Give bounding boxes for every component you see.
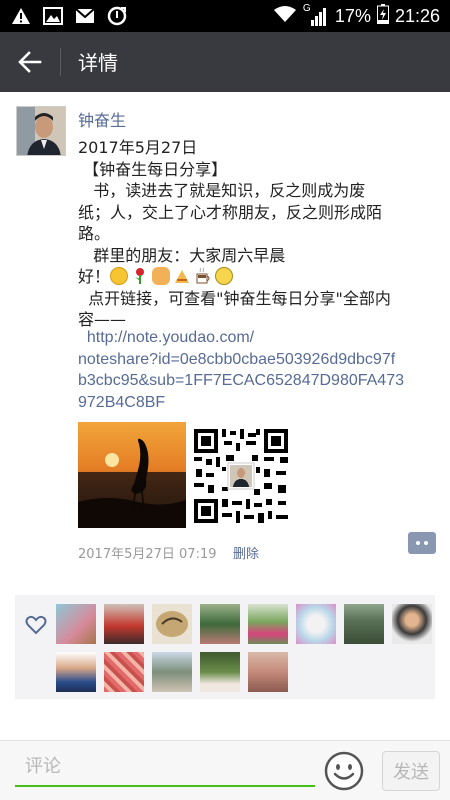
- clock: 21:26: [394, 5, 440, 26]
- liker-avatar[interactable]: [152, 604, 192, 644]
- comment-menu-button[interactable]: [408, 532, 436, 554]
- arrow-left-icon: [18, 51, 42, 73]
- liker-avatar[interactable]: [200, 652, 240, 692]
- greeting-text: 好！: [78, 267, 111, 286]
- mail-icon: [74, 6, 96, 26]
- battery-percent: 17%: [334, 5, 371, 26]
- smile-emoji-icon: [110, 267, 129, 285]
- post-line: 路。: [78, 224, 111, 243]
- comment-bar: 发送: [0, 740, 450, 800]
- liker-avatar[interactable]: [56, 652, 96, 692]
- likes-section: [15, 595, 435, 699]
- heart-icon: [25, 615, 47, 635]
- back-button[interactable]: [10, 42, 50, 82]
- post-date: 2017年5月27日: [78, 138, 198, 157]
- post-line: 纸；人，交上了心才称朋友，反之则形成陌: [78, 202, 383, 222]
- liker-avatar[interactable]: [248, 604, 288, 644]
- image-icon: [42, 6, 64, 26]
- comment-input-wrapper: [15, 747, 315, 787]
- liker-avatar[interactable]: [248, 652, 288, 692]
- liker-avatar[interactable]: [296, 604, 336, 644]
- send-button[interactable]: 发送: [382, 751, 440, 791]
- post-text: 2017年5月27日 【钟奋生每日分享】 书，读进去了就是知识，反之则成为废 纸…: [78, 137, 438, 331]
- delete-link[interactable]: 删除: [233, 543, 259, 562]
- link-line: http://note.youdao.com/: [78, 329, 255, 346]
- post-line: 群里的朋友：大家周六早晨: [78, 245, 286, 265]
- notification-icons: [10, 6, 128, 26]
- liker-avatar[interactable]: [392, 604, 432, 644]
- smiley-face-icon: [324, 751, 364, 791]
- system-indicators: G 17% 21:26: [273, 3, 440, 28]
- link-line: noteshare?id=0e8cbb0cbae503926d9dbc97f: [78, 350, 396, 368]
- warning-icon: [10, 6, 32, 26]
- coffee-emoji-icon: [194, 267, 212, 285]
- cake-emoji-icon: [173, 267, 191, 285]
- liker-avatar[interactable]: [200, 604, 240, 644]
- liker-avatar[interactable]: [56, 604, 96, 644]
- post-line: 点开链接，可查看"钟奋生每日分享"全部内: [78, 288, 391, 308]
- author-avatar[interactable]: [16, 106, 66, 156]
- liker-avatar[interactable]: [152, 652, 192, 692]
- sunset-crane-photo[interactable]: [78, 422, 186, 528]
- sync-icon: [106, 6, 128, 26]
- link-line: b3cbc95&sub=1FF7ECAC652847D980FA473: [78, 372, 404, 389]
- liker-avatar[interactable]: [104, 604, 144, 644]
- handshake-emoji-icon: [152, 267, 171, 285]
- qr-code-image[interactable]: [192, 427, 290, 525]
- emoji-button[interactable]: [324, 751, 364, 791]
- liker-avatar[interactable]: [344, 604, 384, 644]
- page-title: 详情: [78, 51, 118, 75]
- post-line: 【钟奋生每日分享】: [78, 159, 228, 179]
- post-line: 书，读进去了就是知识，反之则成为废: [78, 181, 366, 200]
- battery-charging-icon: [376, 4, 389, 28]
- author-name[interactable]: 钟奋生: [78, 107, 126, 131]
- dot-icon: [416, 541, 420, 545]
- post-timestamp: 2017年5月27日 07:19: [78, 547, 217, 562]
- link-line: 972B4C8BF: [78, 393, 166, 411]
- status-bar: G 17% 21:26: [0, 0, 450, 32]
- face-emoji-icon: [215, 267, 234, 285]
- rose-emoji-icon: [131, 267, 149, 285]
- wifi-icon: [273, 5, 297, 27]
- signal-icon: G: [303, 3, 329, 26]
- post-line-greeting: 好！: [78, 266, 438, 288]
- liker-avatar[interactable]: [104, 652, 144, 692]
- shared-link[interactable]: http://note.youdao.com/ noteshare?id=0e8…: [78, 327, 438, 413]
- appbar-divider: [60, 48, 61, 76]
- comment-input[interactable]: [15, 747, 315, 785]
- app-bar: 详情: [0, 32, 450, 92]
- dot-icon: [424, 541, 428, 545]
